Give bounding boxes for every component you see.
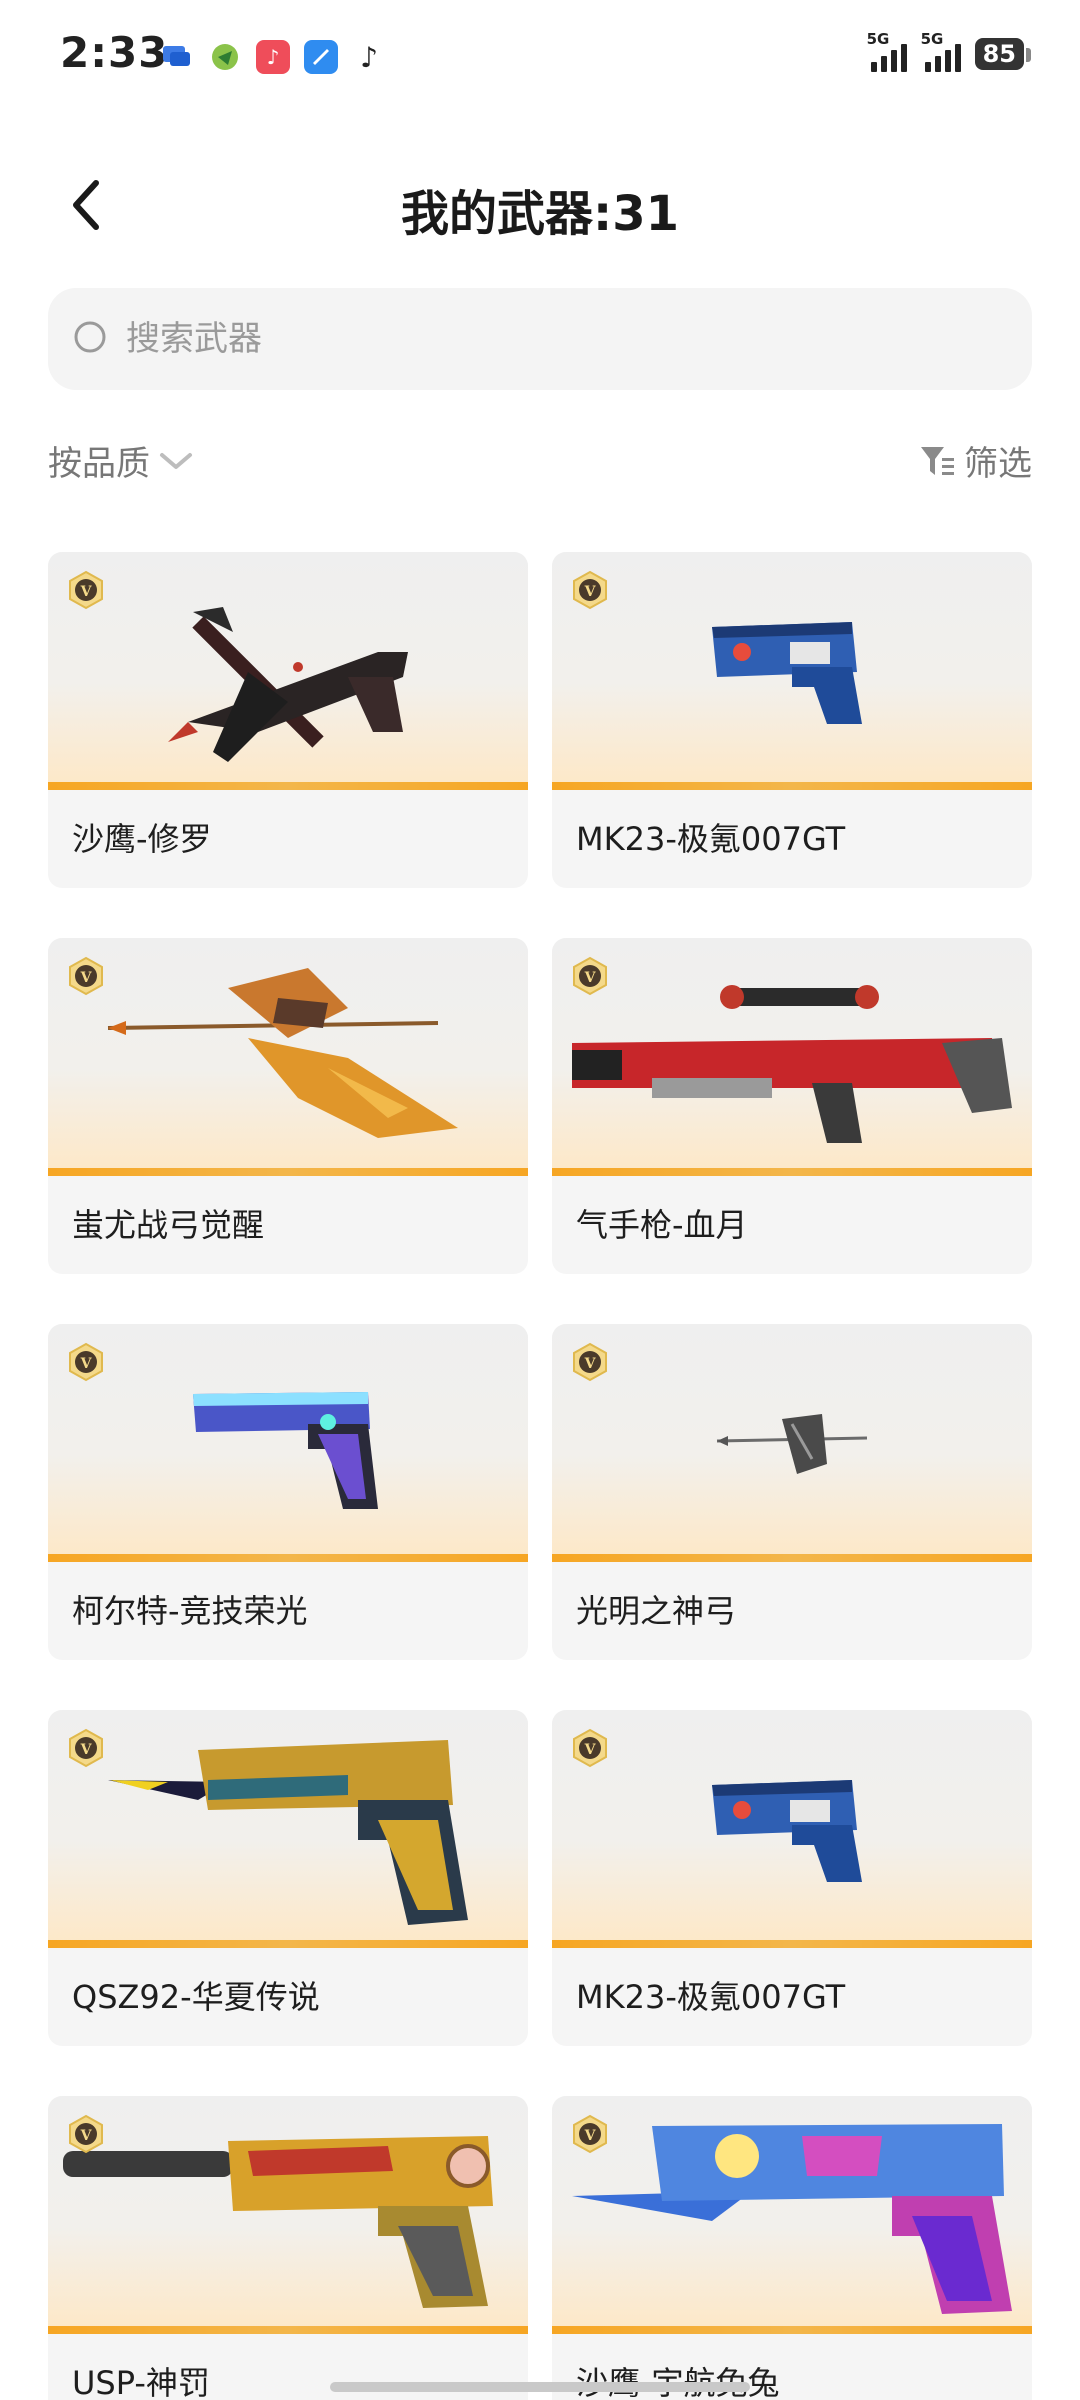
svg-text:V: V [584,970,597,986]
weapon-image-area: V [552,1710,1032,1948]
vip-badge-icon: V [573,1342,607,1382]
signal-label: 5G [866,30,890,48]
weapon-image-area: V [48,2096,528,2334]
colt-purple-icon [193,1392,378,1509]
weapon-image-area: V [48,1710,528,1948]
svg-text:V: V [584,2128,597,2144]
search-bar[interactable] [48,288,1032,390]
vip-badge-icon: V [69,1728,103,1768]
weapon-image-area: V [552,938,1032,1176]
vip-badge-icon: V [69,2114,103,2154]
vip-badge-icon: V [573,1728,607,1768]
signal-icon: 5G [867,30,907,72]
weapon-card[interactable]: V 沙鹰-宇航兔兔 [552,2096,1032,2400]
weapon-card[interactable]: V MK23-极氪007GT [552,552,1032,888]
page-title: 我的武器:31 [401,186,679,242]
weapon-name: MK23-极氪007GT [576,1978,846,2016]
svg-text:V: V [584,1742,597,1758]
desert-eagle-dark-red-icon [168,607,408,762]
status-time: 2:33 [60,28,169,77]
weapon-image-area: V [552,2096,1032,2334]
svg-text:V: V [80,1742,93,1758]
vip-badge-icon: V [69,1342,103,1382]
weapon-card[interactable]: V 沙鹰-修罗 [48,552,528,888]
vip-badge-icon: V [573,570,607,610]
weapon-name: 蚩尤战弓觉醒 [72,1206,265,1244]
notification-icons: ♪ ♪ [160,40,386,74]
filter-label: 筛选 [964,444,1032,484]
vip-badge-icon: V [573,956,607,996]
weapon-name: 气手枪-血月 [576,1206,748,1244]
weapon-name: MK23-极氪007GT [576,820,846,858]
weapon-card[interactable]: V QSZ92-华夏传说 [48,1710,528,2046]
weapon-card[interactable]: V 蚩尤战弓觉醒 [48,938,528,1274]
game-notification-icon [208,40,242,74]
weapon-name: 沙鹰-宇航兔兔 [576,2358,780,2400]
sort-label: 按品质 [48,444,150,484]
vip-badge-icon: V [69,570,103,610]
svg-text:V: V [80,2128,93,2144]
sort-by-quality-button[interactable]: 按品质 [48,436,194,485]
svg-text:V: V [80,584,93,600]
weapon-name: 沙鹰-修罗 [72,820,212,858]
vip-badge-icon: V [69,956,103,996]
weapon-card[interactable]: V 气手枪-血月 [552,938,1032,1274]
svg-text:V: V [80,1356,93,1372]
weapon-card[interactable]: V 柯尔特-竞技荣光 [48,1324,528,1660]
search-input[interactable] [126,319,986,359]
svg-text:V: V [584,584,597,600]
red-rifle-icon [572,985,1012,1143]
weapon-card[interactable]: V USP-神罚 [48,2096,528,2400]
signal-icon: 5G [921,30,961,72]
weapon-image-area: V [48,938,528,1176]
desert-eagle-pink-blue-icon [572,2124,1012,2314]
weapon-image-area: V [48,1324,528,1562]
mk23-blue-icon [712,1780,862,1882]
weapon-card[interactable]: V 光明之神弓 [552,1324,1032,1660]
filter-icon [921,446,954,475]
weapon-name: QSZ92-华夏传说 [72,1978,320,2016]
mk23-blue-icon [712,622,862,724]
signal-label: 5G [920,30,944,48]
chevron-down-icon [160,452,192,469]
weapon-name: 柯尔特-竞技荣光 [72,1592,308,1630]
status-bar: 2:33 ♪ ♪ 5G 5G 85 [0,0,1080,110]
music-notification-icon: ♪ [256,40,290,74]
qsz92-gold-blue-icon [108,1740,468,1925]
browser-notification-icon [304,40,338,74]
weapon-card[interactable]: V MK23-极氪007GT [552,1710,1032,2046]
filter-button[interactable]: 筛选 [918,436,1032,485]
weapon-image-area: V [552,1324,1032,1562]
svg-text:V: V [584,1356,597,1372]
filter-row: 按品质 筛选 [48,436,1032,496]
svg-text:V: V [80,970,93,986]
vip-badge-icon: V [573,2114,607,2154]
weapon-name: USP-神罚 [72,2364,210,2400]
small-bow-icon [716,1414,868,1474]
chat-notification-icon [160,40,194,74]
home-indicator[interactable] [330,2382,750,2392]
usp-gold-icon [63,2136,493,2308]
header: 我的武器:31 [0,150,1080,260]
weapon-image-area: V [552,552,1032,790]
battery-indicator: 85 [974,38,1032,70]
weapon-image-area: V [48,552,528,790]
status-right: 5G 5G 85 [867,30,1032,72]
golden-bow-icon [107,968,458,1138]
search-icon [74,321,106,353]
tiktok-notification-icon: ♪ [360,40,378,74]
weapon-name: 光明之神弓 [576,1592,737,1630]
